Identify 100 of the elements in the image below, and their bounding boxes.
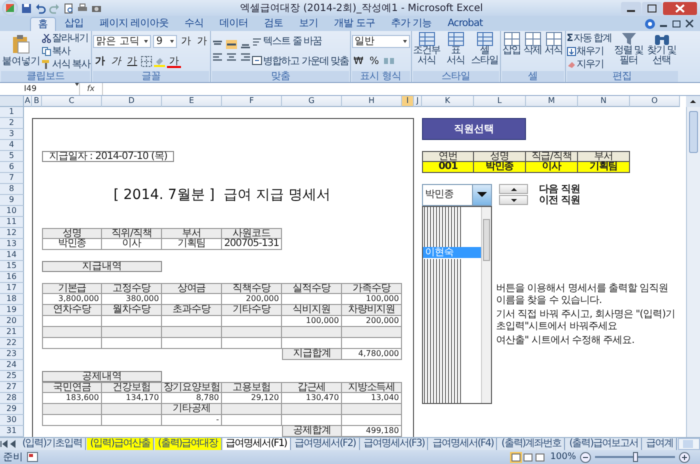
row-header[interactable]: 29 [0,404,24,415]
column-header[interactable]: O [630,96,680,107]
row-header[interactable]: 27 [0,382,24,393]
format-painter-button[interactable]: 서식 복사 [42,58,90,71]
row-header[interactable]: 15 [0,260,24,272]
row-header[interactable]: 1 [0,106,24,118]
insert-function-button[interactable]: fx [84,84,98,94]
cut-button[interactable]: 잘라내기 [42,32,90,45]
row-header[interactable]: 23 [0,348,24,360]
minimize-icon[interactable] [621,2,641,15]
row-header[interactable]: 16 [0,272,24,283]
row-header[interactable]: 14 [0,250,24,261]
scroll-up-button[interactable] [686,96,700,107]
border-icon[interactable] [141,56,152,67]
underline-button[interactable]: 가 [125,54,140,68]
align-center-icon[interactable] [226,53,238,62]
ribbon-restore-icon[interactable] [672,19,681,28]
row-header[interactable]: 24 [0,360,24,371]
column-header[interactable]: D [102,96,162,107]
fill-color-icon[interactable] [154,56,166,67]
font-size-field[interactable]: 9 [153,34,178,48]
view-mode-icon[interactable] [510,452,546,462]
font-color-button[interactable]: 가 [167,54,182,68]
office-logo-icon[interactable] [2,0,18,16]
zoom-in-icon[interactable] [679,452,690,462]
sheet-tab[interactable]: (출력)급여대장 [154,438,222,450]
ribbon-tab[interactable]: 데이터 [212,16,256,31]
font-name-field[interactable]: 맑은 고딕 [93,34,152,48]
row-header[interactable]: 4 [0,140,24,151]
style-button[interactable]: 표 서식 [442,32,470,71]
currency-button[interactable]: ₩ [352,54,366,68]
style-button[interactable]: 조건부 서식 [412,32,441,71]
align-middle-icon[interactable] [226,40,238,50]
column-header[interactable]: A [24,96,32,107]
grow-font-button[interactable]: 가 [179,34,194,48]
cells-button[interactable]: 삭제 [522,32,543,71]
sheet-navigation-icon[interactable] [0,438,18,449]
row-header[interactable]: 19 [0,304,24,316]
help-icon[interactable] [645,18,655,29]
number-format-field[interactable]: 일반 [352,34,410,48]
find-select-button[interactable]: 찾기 및 선택 [646,32,678,71]
row-header[interactable]: 12 [0,228,24,239]
align-left-icon[interactable] [212,53,224,62]
column-header[interactable]: E [162,96,222,107]
row-header[interactable]: 21 [0,326,24,338]
italic-button[interactable]: 가 [109,54,124,68]
column-header[interactable]: B [32,96,42,107]
select-employee-button[interactable]: 직원선택 [422,118,526,140]
row-header[interactable]: 25 [0,370,24,382]
column-header[interactable]: J [414,96,422,107]
ribbon-tab[interactable]: 추가 기능 [384,16,439,31]
print-preview-icon[interactable] [63,2,74,14]
cells-button[interactable]: 서식 [544,32,564,71]
row-header[interactable]: 13 [0,238,24,250]
shrink-font-button[interactable]: 가 [195,34,210,48]
ribbon-tab[interactable]: 수식 [178,16,211,31]
align-right-icon[interactable] [240,53,252,62]
row-header[interactable]: 2 [0,118,24,129]
row-header[interactable]: 28 [0,392,24,404]
row-header[interactable]: 18 [0,294,24,305]
row-header[interactable]: 7 [0,172,24,184]
row-header[interactable]: 9 [0,194,24,206]
employee-combo-box[interactable]: 박민종 [422,184,492,206]
copy-button[interactable]: 복사 [42,44,90,58]
row-header[interactable]: 20 [0,316,24,327]
column-header[interactable]: H [342,96,402,107]
ribbon-tab[interactable]: Acrobat [440,16,490,31]
spin-down-button[interactable] [499,195,528,206]
column-header[interactable]: K [422,96,474,107]
row-header[interactable]: 10 [0,206,24,217]
ribbon-tab[interactable]: 홈 [30,16,56,31]
style-button[interactable]: 셀 스타일 [470,32,499,71]
column-header[interactable]: M [526,96,578,107]
macro-record-icon[interactable] [27,452,38,462]
autosum-button[interactable]: Σ자동 합계 [566,32,612,45]
column-header[interactable]: N [578,96,630,107]
percent-button[interactable]: % [367,54,381,68]
zoom-out-icon[interactable] [580,452,591,462]
sheet-tab[interactable]: (입력)급여산출 [87,438,154,450]
row-header[interactable]: 11 [0,216,24,228]
ribbon-tab[interactable]: 페이지 레이아웃 [92,16,176,31]
column-header[interactable]: L [474,96,526,107]
row-header[interactable]: 22 [0,338,24,349]
undo-icon[interactable] [35,2,46,14]
list-scrollbar[interactable] [481,206,491,403]
merge-center-button[interactable]: 병합하고 가운데 맞춤 [252,54,349,68]
row-header[interactable]: 8 [0,184,24,195]
vertical-scrollbar[interactable] [686,106,700,437]
cells-button[interactable]: 삽입 [502,32,522,71]
row-header[interactable]: 5 [0,150,24,162]
row-header[interactable]: 17 [0,282,24,294]
printer-icon[interactable] [77,2,88,14]
bold-button[interactable]: 가 [93,54,108,68]
column-header[interactable]: F [222,96,282,107]
row-header[interactable]: 31 [0,426,24,437]
column-header[interactable]: G [282,96,342,107]
ribbon-tab[interactable]: 보기 [292,16,326,31]
column-header[interactable]: I [402,96,414,107]
name-box[interactable]: I49 [0,82,80,95]
horizontal-scrollbar[interactable] [678,438,700,450]
